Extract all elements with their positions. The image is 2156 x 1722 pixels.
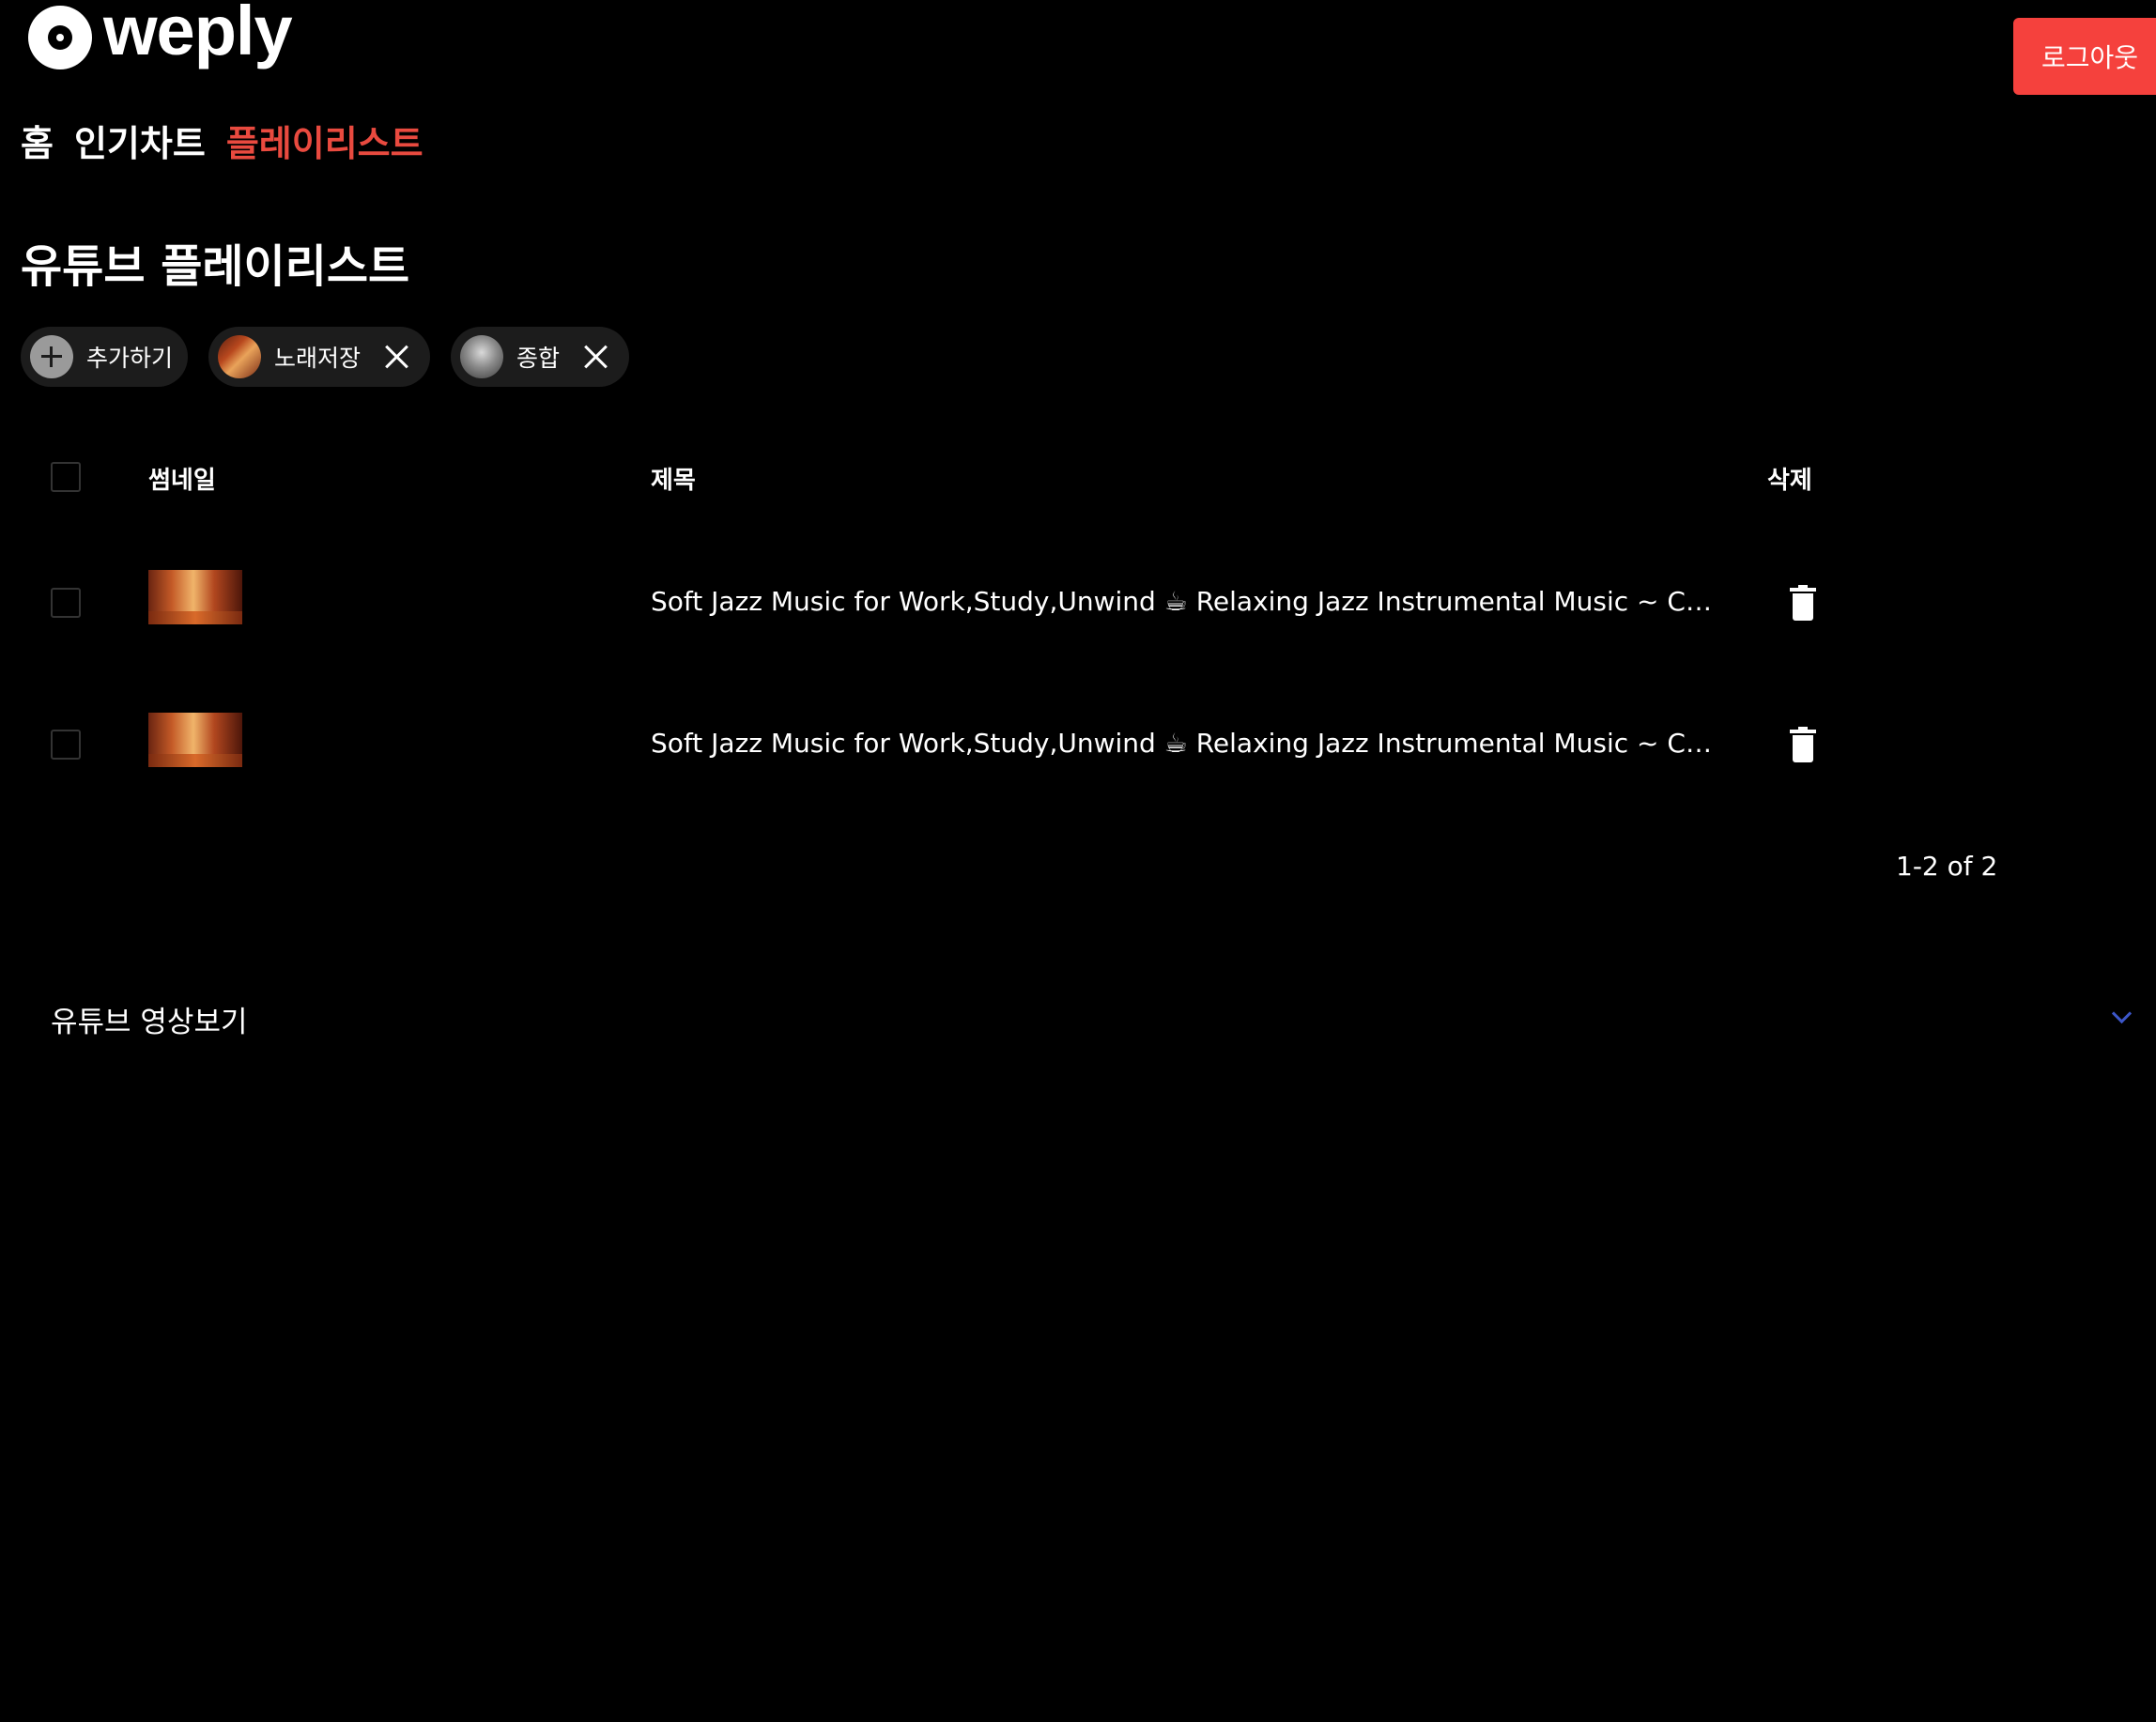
chip-label: 추가하기	[86, 345, 174, 372]
select-all-checkbox[interactable]	[51, 462, 81, 492]
close-icon[interactable]	[377, 338, 415, 376]
video-title[interactable]: Soft Jazz Music for Work,Study,Unwind ☕ …	[651, 586, 1712, 617]
playlist-thumbnail	[460, 335, 504, 378]
video-thumbnail[interactable]	[148, 713, 242, 767]
playlist-thumbnail	[218, 335, 262, 378]
logout-button[interactable]: 로그아웃	[2013, 18, 2156, 95]
video-thumbnail[interactable]	[148, 570, 242, 624]
weply-logo[interactable]: weply	[28, 0, 293, 75]
playlist-chip-save[interactable]: 노래저장	[208, 327, 431, 387]
video-title[interactable]: Soft Jazz Music for Work,Study,Unwind ☕ …	[651, 728, 1712, 759]
chevron-down-icon[interactable]	[2113, 1007, 2130, 1023]
nav-item-playlist[interactable]: 플레이리스트	[226, 115, 424, 166]
youtube-video-toggle[interactable]: 유튜브 영상보기	[51, 998, 248, 1040]
record-disc-icon	[28, 6, 92, 69]
column-header-delete: 삭제	[1767, 467, 1812, 495]
add-playlist-chip[interactable]: 추가하기	[21, 327, 189, 387]
trash-icon[interactable]	[1790, 727, 1816, 762]
plus-icon	[30, 335, 73, 378]
row-checkbox[interactable]	[51, 730, 81, 760]
playlist-chip-general[interactable]: 종합	[451, 327, 630, 387]
column-header-title: 제목	[651, 467, 696, 495]
nav-item-chart[interactable]: 인기차트	[74, 115, 206, 166]
chip-label: 종합	[516, 345, 561, 372]
chip-label: 노래저장	[274, 345, 362, 372]
trash-icon[interactable]	[1790, 585, 1816, 621]
close-icon[interactable]	[577, 338, 614, 376]
page-title: 유튜브 플레이리스트	[21, 240, 410, 293]
playlist-chips: 추가하기 노래저장 종합	[21, 327, 630, 387]
main-nav: 홈 인기차트 플레이리스트	[21, 115, 424, 166]
column-header-thumbnail: 썸네일	[148, 467, 216, 495]
row-checkbox[interactable]	[51, 588, 81, 618]
logo-text: weply	[103, 0, 293, 69]
nav-item-home[interactable]: 홈	[21, 115, 54, 166]
pagination-info: 1-2 of 2	[1896, 851, 1998, 882]
